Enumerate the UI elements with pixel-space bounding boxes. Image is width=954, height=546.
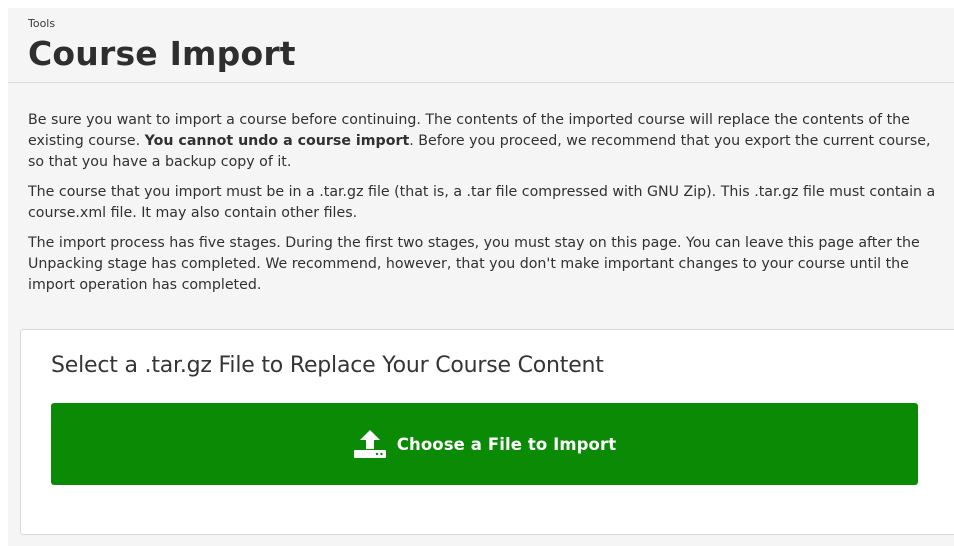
page-title: Course Import [28,34,296,73]
intro-paragraph-1: Be sure you want to import a course befo… [28,110,946,173]
import-card: Select a .tar.gz File to Replace Your Co… [20,329,954,535]
upload-icon [353,429,387,459]
page-header: Tools Course Import [8,8,954,83]
intro-paragraph-2: The course that you import must be in a … [28,184,936,221]
choose-file-button[interactable]: Choose a File to Import [51,403,918,485]
intro-warning-bold: You cannot undo a course import [144,133,410,149]
intro-paragraph-3: The import process has five stages. Duri… [28,235,920,293]
choose-file-label: Choose a File to Import [396,434,617,454]
import-card-title: Select a .tar.gz File to Replace Your Co… [51,353,604,378]
breadcrumb: Tools [28,17,56,30]
intro-text: Be sure you want to import a course befo… [8,83,954,296]
